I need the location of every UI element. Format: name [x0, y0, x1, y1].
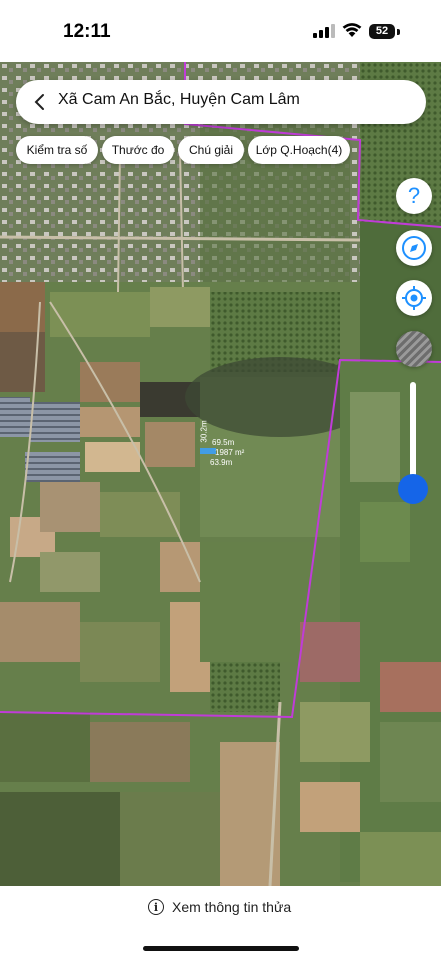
back-chevron-icon[interactable]: [30, 92, 50, 112]
info-icon: i: [148, 899, 164, 915]
help-icon: ?: [407, 183, 421, 208]
view-parcel-info-label: Xem thông tin thửa: [172, 899, 292, 915]
parcel-area-label: 1987 m²: [215, 448, 245, 457]
parcel-side-b-label: 63.9m: [210, 458, 233, 467]
battery-indicator: 52: [369, 24, 395, 39]
chip-planning-layer[interactable]: Lớp Q.Hoạch(4): [248, 136, 350, 164]
chip-legend[interactable]: Chú giải: [178, 136, 244, 164]
wifi-icon: [342, 23, 362, 37]
parcel-side-a-label: 69.5m: [212, 438, 235, 447]
status-bar: 12:11 52: [0, 0, 441, 62]
zoom-slider-track[interactable]: [410, 382, 416, 486]
chip-check-number[interactable]: Kiểm tra số: [16, 136, 98, 164]
battery-cap: [397, 29, 400, 35]
help-button[interactable]: ?: [396, 178, 432, 214]
chip-measure[interactable]: Thước đo: [102, 136, 174, 164]
clock: 12:11: [63, 21, 111, 42]
zoom-slider-knob[interactable]: [398, 474, 428, 504]
location-title: Xã Cam An Bắc, Huyện Cam Lâm: [58, 91, 300, 108]
locate-icon: [402, 286, 426, 310]
home-indicator[interactable]: [143, 946, 299, 951]
cellular-signal-icon: [313, 24, 337, 38]
compass-icon: [402, 236, 426, 260]
compass-button[interactable]: [396, 230, 432, 266]
satellite-layer-button[interactable]: [396, 331, 432, 367]
satellite-map[interactable]: 30.2m 69.5m 1987 m² 63.9m: [0, 62, 441, 886]
parcel-side-left-label: 30.2m: [199, 420, 209, 443]
map-imagery: [0, 62, 441, 886]
location-search-bar[interactable]: Xã Cam An Bắc, Huyện Cam Lâm: [16, 80, 426, 124]
locate-button[interactable]: [396, 280, 432, 316]
